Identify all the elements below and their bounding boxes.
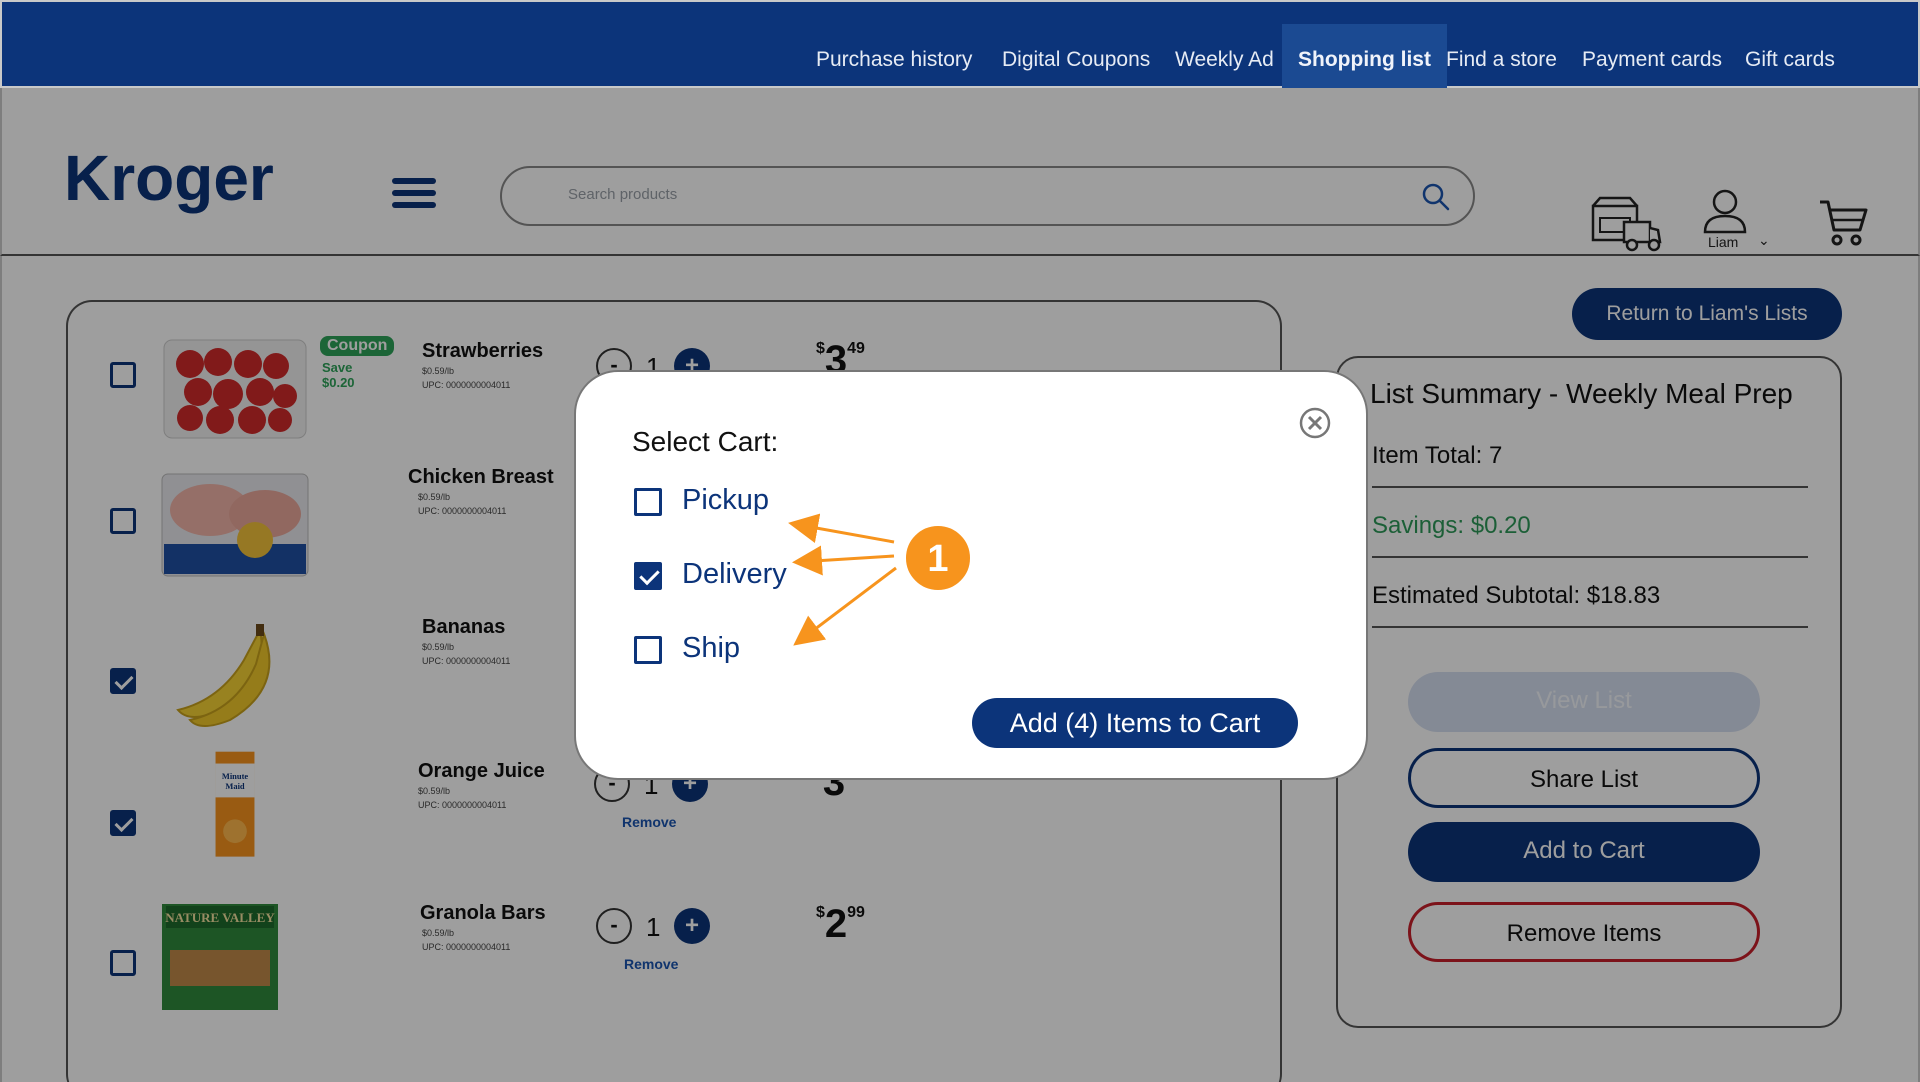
nav-payment-cards[interactable]: Payment cards <box>1582 2 1722 88</box>
close-icon[interactable] <box>1298 406 1332 440</box>
nav-find-a-store[interactable]: Find a store <box>1446 2 1557 88</box>
add-items-to-cart-button[interactable]: Add (4) Items to Cart <box>972 698 1298 748</box>
ship-checkbox[interactable] <box>634 636 662 664</box>
delivery-checkbox[interactable] <box>634 562 662 590</box>
pickup-label[interactable]: Pickup <box>682 484 769 517</box>
callout-badge: 1 <box>904 524 972 592</box>
nav-gift-cards[interactable]: Gift cards <box>1745 2 1835 88</box>
top-nav: Purchase history Digital Coupons Weekly … <box>0 0 1920 88</box>
pickup-checkbox[interactable] <box>634 488 662 516</box>
ship-label[interactable]: Ship <box>682 632 740 665</box>
nav-shopping-list[interactable]: Shopping list <box>1282 24 1447 88</box>
nav-purchase-history[interactable]: Purchase history <box>816 2 972 88</box>
nav-weekly-ad[interactable]: Weekly Ad <box>1175 2 1274 88</box>
dialog-title: Select Cart: <box>632 426 779 457</box>
select-cart-dialog: Select Cart: Pickup Delivery Ship 1 Add … <box>574 370 1368 780</box>
nav-digital-coupons[interactable]: Digital Coupons <box>1002 2 1150 88</box>
delivery-label[interactable]: Delivery <box>682 558 787 591</box>
